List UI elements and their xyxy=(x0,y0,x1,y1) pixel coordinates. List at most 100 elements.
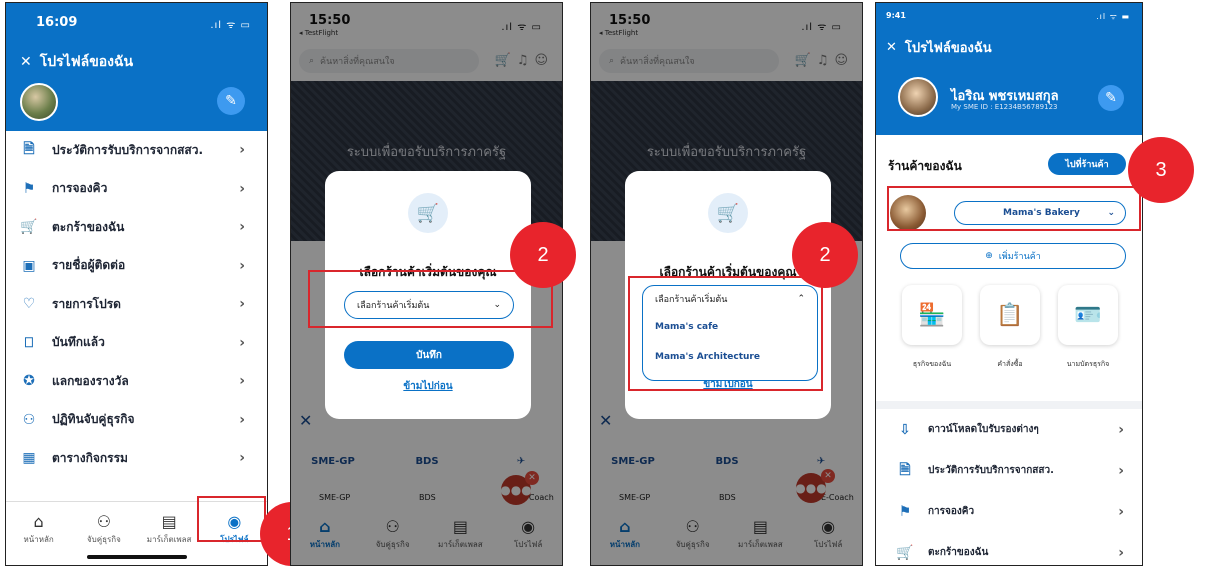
namecard-icon: 🪪 xyxy=(1074,302,1102,328)
app-logo-icon: ✕ xyxy=(886,40,897,55)
page-title-text: โปรไฟล์ของฉัน xyxy=(904,41,992,56)
menu-item[interactable]: 🛒 ตะกร้าของฉัน › xyxy=(876,532,1142,565)
my-profile-screen: 9:41 .ıl ᯤ ▬ ✕ โปรไฟล์ของฉัน ไอริณ พชรเห… xyxy=(875,2,1143,566)
chevron-right-icon: › xyxy=(239,411,245,428)
home-icon: ⌂ xyxy=(33,512,44,531)
menu-item-label: ตะกร้าของฉัน xyxy=(52,219,125,234)
menu-item[interactable]: ♡ รายการโปรด › xyxy=(6,285,267,324)
shop-section-title: ร้านค้าของฉัน xyxy=(888,159,962,173)
goto-shop-button[interactable]: ไปที่ร้านค้า xyxy=(1048,153,1126,175)
menu-item[interactable]: 🛒 ตะกร้าของฉัน › xyxy=(6,208,267,247)
chevron-right-icon: › xyxy=(1118,503,1124,520)
tab-home[interactable]: ⌂ หน้าหลัก xyxy=(6,502,71,565)
skip-link[interactable]: ข้ามไปก่อน xyxy=(325,379,531,394)
menu-item[interactable]: ⚑ การจองคิว › xyxy=(876,491,1142,532)
chevron-right-icon: › xyxy=(239,334,245,351)
shortcut-label: คำสั่งซื้อ xyxy=(997,360,1023,368)
app-logo-icon: ✕ xyxy=(20,54,32,70)
market-icon: ▤ xyxy=(161,512,177,531)
highlight-select xyxy=(308,270,553,328)
shop-icon: 🛒 xyxy=(408,193,448,233)
chevron-right-icon: › xyxy=(1118,462,1124,479)
chevron-right-icon: › xyxy=(239,373,245,390)
menu-item[interactable]: ⇩ ดาวน์โหลดใบรับรองต่างๆ › xyxy=(876,409,1142,450)
page-title: ✕ โปรไฟล์ของฉัน xyxy=(886,37,992,58)
pencil-icon: ✎ xyxy=(225,93,237,109)
heart-icon: ♡ xyxy=(22,296,36,313)
profile-screen: 16:09 .ıl ᯤ ▭ ✕ โปรไฟล์ของฉัน ✎ 🗎 ประวัติ… xyxy=(5,2,268,566)
sme-id: My SME ID : E1234B56789123 xyxy=(951,103,1058,111)
shortcut-card[interactable]: 🪪 xyxy=(1058,285,1118,345)
shortcut-card[interactable]: 🏪 xyxy=(902,285,962,345)
add-shop-button[interactable]: ⊕ เพิ่มร้านค้า xyxy=(900,243,1126,269)
reward-icon: ✪ xyxy=(23,373,35,390)
avatar[interactable] xyxy=(20,83,58,121)
store-icon: 🏪 xyxy=(918,302,946,328)
profile-header: 9:41 .ıl ᯤ ▬ ✕ โปรไฟล์ของฉัน ไอริณ พชรเห… xyxy=(876,3,1142,135)
tab-label: จับคู่ธุรกิจ xyxy=(86,535,121,544)
menu-item-label: ประวัติการรับบริการจากสสว. xyxy=(928,465,1054,476)
step-badge-2: 2 xyxy=(510,222,576,288)
shortcut-label: ธุรกิจของฉัน xyxy=(912,360,952,368)
status-time: 9:41 xyxy=(886,11,906,20)
status-icons: .ıl ᯤ ▬ xyxy=(1096,12,1130,21)
home-indicator xyxy=(86,555,187,559)
calendar-icon: ▦ xyxy=(22,450,36,467)
profile-header: 16:09 .ıl ᯤ ▭ ✕ โปรไฟล์ของฉัน ✎ xyxy=(6,3,267,131)
menu-item-label: แลกของรางวัล xyxy=(52,373,129,388)
menu-item-label: การจองคิว xyxy=(928,506,975,517)
status-time: 16:09 xyxy=(36,15,78,30)
menu-item[interactable]: ⎕ บันทึกแล้ว › xyxy=(6,324,267,363)
chevron-right-icon: › xyxy=(1118,544,1124,561)
download-icon: ⇩ xyxy=(899,421,911,438)
tab-label: มาร์เก็ตเพลส xyxy=(146,535,192,544)
tab-label: หน้าหลัก xyxy=(23,535,54,544)
shop-icon: 🛒 xyxy=(708,193,748,233)
match-icon: ⚇ xyxy=(96,512,112,531)
add-shop-label: เพิ่มร้านค้า xyxy=(998,252,1041,262)
highlight-dropdown xyxy=(628,276,823,391)
menu-item-label: ตะกร้าของฉัน xyxy=(928,547,989,558)
menu-item-label: การจองคิว xyxy=(52,181,108,196)
menu-item[interactable]: 🗎 ประวัติการรับบริการจากสสว. › xyxy=(6,131,267,170)
menu-item-label: รายชื่อผู้ติดต่อ xyxy=(52,258,126,273)
chevron-right-icon: › xyxy=(239,450,245,467)
shortcut-label: นามบัตรธุรกิจ xyxy=(1066,360,1110,368)
shortcut-card[interactable]: 📋 xyxy=(980,285,1040,345)
document-icon: 🗎 xyxy=(899,461,911,478)
save-button[interactable]: บันทึก xyxy=(344,341,514,369)
menu-item[interactable]: ▦ ตารางกิจกรรม › xyxy=(6,439,267,478)
cart-icon: 🛒 xyxy=(896,544,914,561)
menu-item-label: ปฏิทินจับคู่ธุรกิจ xyxy=(52,412,135,427)
my-shop-section: ร้านค้าของฉัน ไปที่ร้านค้า Mama's Bakery… xyxy=(876,135,1142,393)
edit-profile-button[interactable]: ✎ xyxy=(217,87,245,115)
profile-menu: 🗎 ประวัติการรับบริการจากสสว. › ⚑ การจองคิว › 🛒… xyxy=(6,131,267,478)
queue-icon: ⚑ xyxy=(22,180,36,197)
menu-item-label: รายการโปรด xyxy=(52,296,121,311)
menu-item[interactable]: ⚑ การจองคิว › xyxy=(6,170,267,209)
chevron-right-icon: › xyxy=(239,219,245,236)
chevron-right-icon: › xyxy=(239,142,245,159)
bookmark-icon: ⎕ xyxy=(24,334,34,351)
page-title: ✕ โปรไฟล์ของฉัน xyxy=(20,51,133,73)
menu-item[interactable]: 🗎 ประวัติการรับบริการจากสสว. › xyxy=(876,450,1142,491)
edit-profile-button[interactable]: ✎ xyxy=(1098,85,1124,111)
highlight-profile-tab xyxy=(197,496,266,542)
status-icons: .ıl ᯤ ▭ xyxy=(210,20,251,31)
page-title-text: โปรไฟล์ของฉัน xyxy=(39,54,134,70)
plus-circle-icon: ⊕ xyxy=(985,251,993,261)
cart-icon: 🛒 xyxy=(20,219,38,236)
step-badge-3: 3 xyxy=(1128,137,1194,203)
menu-item[interactable]: ✪ แลกของรางวัล › xyxy=(6,362,267,401)
handshake-icon: ⚇ xyxy=(22,411,36,428)
menu-item-label: ตารางกิจกรรม xyxy=(52,450,128,465)
highlight-shop-select xyxy=(887,186,1141,231)
menu-item[interactable]: ▣ รายชื่อผู้ติดต่อ › xyxy=(6,247,267,286)
step-badge-2b: 2 xyxy=(792,222,858,288)
menu-item[interactable]: ⚇ ปฏิทินจับคู่ธุรกิจ › xyxy=(6,401,267,440)
avatar[interactable] xyxy=(898,77,938,117)
menu-item-label: บันทึกแล้ว xyxy=(52,335,105,350)
contacts-icon: ▣ xyxy=(22,257,36,274)
order-icon: 📋 xyxy=(996,302,1024,328)
chevron-right-icon: › xyxy=(239,296,245,313)
